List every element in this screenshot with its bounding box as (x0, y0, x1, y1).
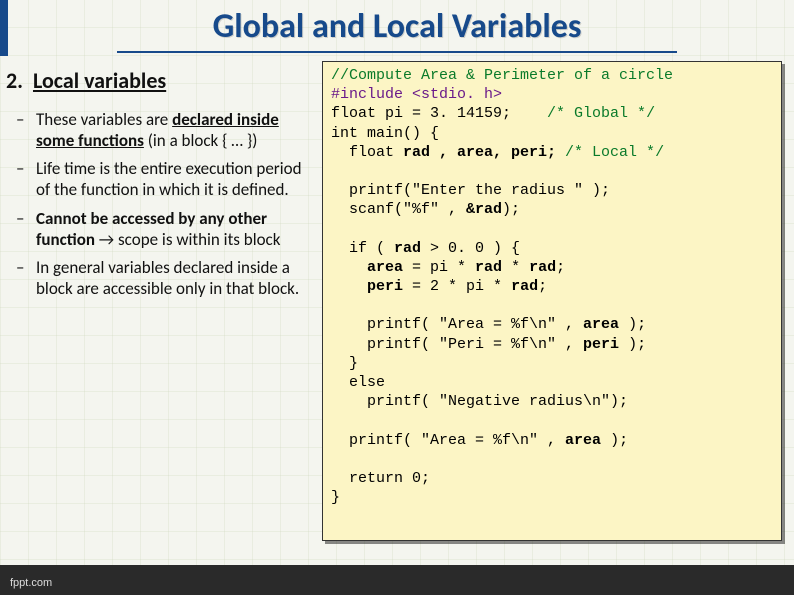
code-line: ); (502, 201, 520, 218)
code-line: scanf("%f" , (331, 201, 466, 218)
left-column: 2. Local variables These variables are d… (6, 61, 316, 541)
code-line: } (331, 489, 340, 506)
code-line: printf( "Area = %f\n" , (331, 316, 583, 333)
list-item: Cannot be accessed by any other function… (36, 209, 314, 250)
code-line: = 2 * pi * (403, 278, 511, 295)
section-heading: 2. Local variables (6, 67, 314, 94)
bullet-list: These variables are declared inside some… (36, 110, 314, 300)
list-item: In general variables declared inside a b… (36, 258, 314, 299)
watermark: fppt.com (10, 577, 52, 589)
title-text: Global and Local Variables (213, 6, 582, 47)
list-item: These variables are declared inside some… (36, 110, 314, 151)
code-line (331, 259, 367, 276)
code-bold: area (367, 259, 403, 276)
footer-bar (0, 565, 794, 595)
code-line: int main() { (331, 125, 439, 142)
code-line: printf( "Peri = %f\n" , (331, 336, 583, 353)
code-line: printf( "Negative radius\n"); (331, 393, 628, 410)
code-line: = pi * (403, 259, 475, 276)
code-bold: rad (394, 240, 421, 257)
code-line: } (331, 355, 358, 372)
code-bold: rad , area, peri; (403, 144, 556, 161)
code-bold: area (583, 316, 619, 333)
code-bold: peri (583, 336, 619, 353)
code-bold: peri (367, 278, 403, 295)
code-line: ); (619, 336, 646, 353)
main-content: 2. Local variables These variables are d… (0, 55, 794, 541)
code-line: else (331, 374, 385, 391)
code-bold: area (565, 432, 601, 449)
code-line (331, 278, 367, 295)
code-comment: /* Global */ (547, 105, 655, 122)
code-line: ); (601, 432, 628, 449)
code-bold: rad (475, 259, 502, 276)
right-column: //Compute Area & Perimeter of a circle #… (322, 61, 784, 541)
list-item: Life time is the entire execution period… (36, 159, 314, 200)
code-line: ; (538, 278, 547, 295)
code-line: ); (619, 316, 646, 333)
code-include: #include <stdio. h> (331, 86, 502, 103)
code-line: float (331, 144, 403, 161)
code-line: printf("Enter the radius " ); (331, 182, 610, 199)
code-line: if ( (331, 240, 394, 257)
code-line: > 0. 0 ) { (421, 240, 520, 257)
code-line: float pi = 3. 14159; (331, 105, 547, 122)
code-bold: rad (511, 278, 538, 295)
slide-title: Global and Local Variables (0, 0, 794, 55)
code-bold: rad (529, 259, 556, 276)
code-bold: &rad (466, 201, 502, 218)
code-line: printf( "Area = %f\n" , (331, 432, 565, 449)
section-number: 2. (6, 67, 28, 94)
code-comment: //Compute Area & Perimeter of a circle (331, 67, 673, 84)
code-line: return 0; (331, 470, 430, 487)
code-line: * (502, 259, 529, 276)
code-line: ; (556, 259, 565, 276)
code-comment: /* Local */ (556, 144, 664, 161)
section-label: Local variables (33, 67, 166, 94)
code-box: //Compute Area & Perimeter of a circle #… (322, 61, 782, 541)
